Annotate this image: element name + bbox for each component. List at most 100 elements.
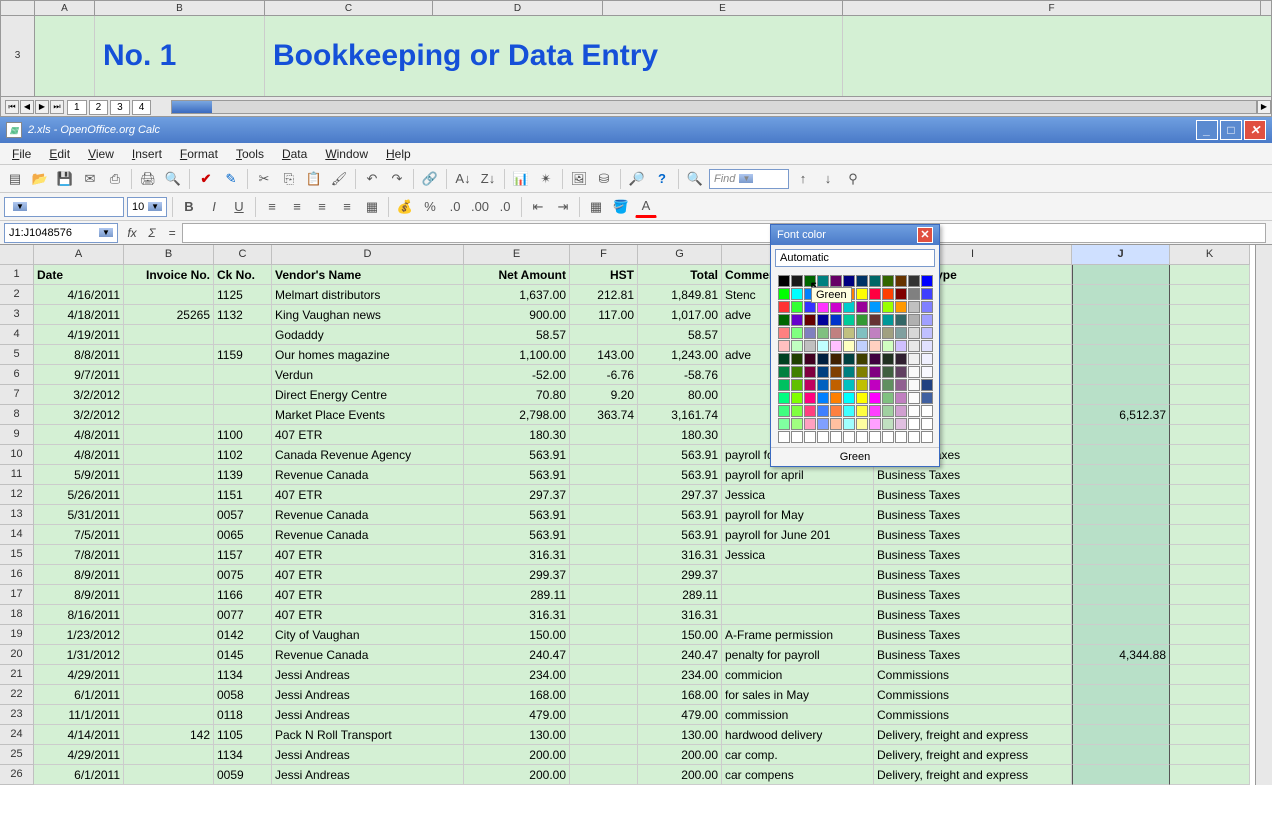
top-corner[interactable]	[1, 1, 35, 15]
row-header-22[interactable]: 22	[0, 685, 34, 705]
row-header-7[interactable]: 7	[0, 385, 34, 405]
color-swatch[interactable]	[895, 379, 907, 391]
color-swatch[interactable]	[843, 301, 855, 313]
top-col-header-a[interactable]: A	[35, 1, 95, 15]
color-swatch[interactable]	[856, 327, 868, 339]
cell[interactable]: Jessica	[722, 485, 874, 505]
color-swatch[interactable]	[778, 379, 790, 391]
align-center-icon[interactable]: ≡	[286, 196, 308, 218]
cell[interactable]: 200.00	[638, 745, 722, 765]
color-swatch[interactable]	[804, 431, 816, 443]
color-swatch[interactable]	[843, 431, 855, 443]
row-header-9[interactable]: 9	[0, 425, 34, 445]
color-swatch[interactable]	[817, 405, 829, 417]
cell[interactable]: 234.00	[638, 665, 722, 685]
color-swatch[interactable]	[882, 288, 894, 300]
cell[interactable]: 9.20	[570, 385, 638, 405]
cell[interactable]	[1170, 285, 1250, 305]
color-swatch[interactable]	[817, 366, 829, 378]
cell[interactable]: payroll for May	[722, 505, 874, 525]
cell[interactable]: 142	[124, 725, 214, 745]
cell[interactable]: 200.00	[464, 765, 570, 785]
cell[interactable]: 0077	[214, 605, 272, 625]
row-header-3[interactable]: 3	[0, 305, 34, 325]
cell[interactable]	[570, 725, 638, 745]
color-swatch[interactable]	[804, 301, 816, 313]
color-swatch[interactable]	[908, 392, 920, 404]
color-swatch[interactable]	[882, 392, 894, 404]
find-all-icon[interactable]: ⚲	[842, 168, 864, 190]
cell[interactable]: 0075	[214, 565, 272, 585]
menu-view[interactable]: View	[80, 145, 122, 163]
cell[interactable]: 0065	[214, 525, 272, 545]
cell[interactable]: 240.47	[638, 645, 722, 665]
cell[interactable]: 4/19/2011	[34, 325, 124, 345]
cell[interactable]: 0057	[214, 505, 272, 525]
color-swatch[interactable]	[791, 275, 803, 287]
cell[interactable]: 1166	[214, 585, 272, 605]
top-col-header-b[interactable]: B	[95, 1, 265, 15]
color-swatch[interactable]	[908, 275, 920, 287]
cell[interactable]: 1151	[214, 485, 272, 505]
menu-window[interactable]: Window	[317, 145, 376, 163]
sheet-tab-4[interactable]: 4	[132, 100, 152, 115]
cell[interactable]	[1072, 385, 1170, 405]
header-cell[interactable]	[1170, 265, 1250, 285]
percent-icon[interactable]: %	[419, 196, 441, 218]
color-swatch[interactable]	[895, 301, 907, 313]
header-cell[interactable]	[1072, 265, 1170, 285]
cell[interactable]: 6/1/2011	[34, 765, 124, 785]
color-swatch[interactable]	[791, 327, 803, 339]
color-swatch[interactable]	[869, 353, 881, 365]
cell[interactable]: 4/8/2011	[34, 445, 124, 465]
italic-icon[interactable]: I	[203, 196, 225, 218]
cell[interactable]	[124, 665, 214, 685]
color-swatch[interactable]	[856, 379, 868, 391]
color-swatch[interactable]	[869, 379, 881, 391]
top-h-scrollbar[interactable]	[171, 100, 1257, 114]
color-swatch[interactable]	[804, 314, 816, 326]
cell[interactable]	[124, 685, 214, 705]
menu-data[interactable]: Data	[274, 145, 315, 163]
cell[interactable]: 407 ETR	[272, 545, 464, 565]
sheet-tab-2[interactable]: 2	[89, 100, 109, 115]
color-swatch[interactable]	[791, 431, 803, 443]
color-swatch[interactable]	[856, 392, 868, 404]
row-header-17[interactable]: 17	[0, 585, 34, 605]
equals-button[interactable]: =	[162, 226, 182, 240]
cell[interactable]	[1072, 765, 1170, 785]
grid-corner[interactable]	[0, 245, 34, 265]
cell[interactable]: 11/1/2011	[34, 705, 124, 725]
autocheck-icon[interactable]: ✎	[220, 168, 242, 190]
cell[interactable]: 4/8/2011	[34, 425, 124, 445]
color-swatch[interactable]	[778, 301, 790, 313]
cell[interactable]	[570, 565, 638, 585]
color-swatch[interactable]	[908, 353, 920, 365]
cell[interactable]: 25265	[124, 305, 214, 325]
cell[interactable]: 0058	[214, 685, 272, 705]
cell[interactable]: 234.00	[464, 665, 570, 685]
cell[interactable]: -6.76	[570, 365, 638, 385]
cell[interactable]	[124, 765, 214, 785]
color-swatch[interactable]	[791, 405, 803, 417]
color-swatch[interactable]	[778, 418, 790, 430]
cell[interactable]: 3/2/2012	[34, 385, 124, 405]
top-cell-b3[interactable]: No. 1	[95, 16, 265, 96]
color-swatch[interactable]	[908, 340, 920, 352]
color-swatch[interactable]	[869, 314, 881, 326]
color-swatch[interactable]	[778, 353, 790, 365]
color-swatch[interactable]	[804, 418, 816, 430]
top-col-header-d[interactable]: D	[433, 1, 603, 15]
cell[interactable]	[1072, 665, 1170, 685]
header-cell[interactable]: Vendor's Name	[272, 265, 464, 285]
col-header-j[interactable]: J	[1072, 245, 1170, 265]
cell[interactable]: 1,637.00	[464, 285, 570, 305]
cell[interactable]: car comp.	[722, 745, 874, 765]
spellcheck-icon[interactable]: ✔	[195, 168, 217, 190]
color-swatch[interactable]	[856, 288, 868, 300]
menu-file[interactable]: File	[4, 145, 39, 163]
color-swatch[interactable]	[869, 301, 881, 313]
color-swatch[interactable]	[778, 392, 790, 404]
fontsize-combo[interactable]: 10▼	[127, 197, 167, 217]
cell[interactable]: 1159	[214, 345, 272, 365]
